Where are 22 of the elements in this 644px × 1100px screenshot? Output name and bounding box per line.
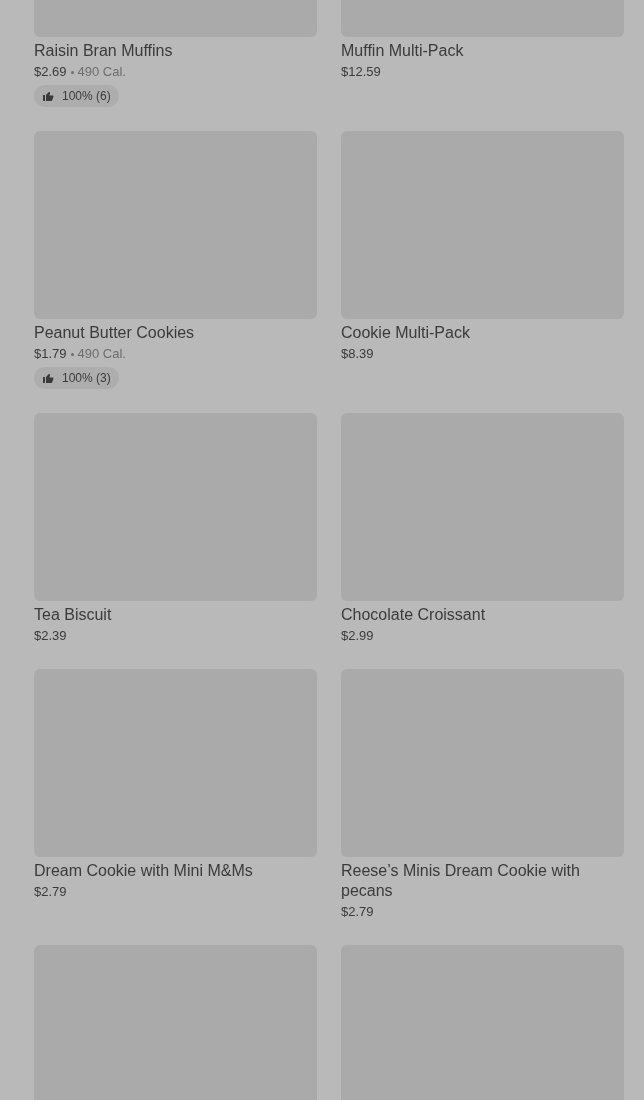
thumbs-up-icon (42, 90, 54, 102)
thumbs-up-icon (42, 372, 54, 384)
product-name[interactable]: Reese’s Minis Dream Cookie with pecans (341, 861, 624, 901)
product-name[interactable]: Chocolate Croissant (341, 605, 624, 625)
product-name[interactable]: Tea Biscuit (34, 605, 317, 625)
product-name[interactable]: Raisin Bran Muffins (34, 41, 317, 61)
calories: 490 Cal. (77, 345, 126, 363)
product-price: $8.39 (341, 345, 374, 363)
product-price: $2.69 (34, 63, 67, 81)
product-price: $1.79 (34, 345, 67, 363)
product-name[interactable]: Cookie Multi-Pack (341, 323, 624, 343)
product-name[interactable]: Dream Cookie with Mini M&Ms (34, 861, 317, 881)
product-price: $2.99 (341, 627, 374, 645)
product-name[interactable]: Muffin Multi-Pack (341, 41, 624, 61)
product-price: $2.39 (34, 627, 67, 645)
rating-text: 100% (6) (62, 88, 111, 105)
rating-text: 100% (3) (62, 370, 111, 387)
product-price: $2.79 (34, 883, 67, 901)
product-price: $12.59 (341, 63, 381, 81)
product-price: $2.79 (341, 903, 374, 921)
calories: 490 Cal. (77, 63, 126, 81)
product-name[interactable]: Peanut Butter Cookies (34, 323, 317, 343)
